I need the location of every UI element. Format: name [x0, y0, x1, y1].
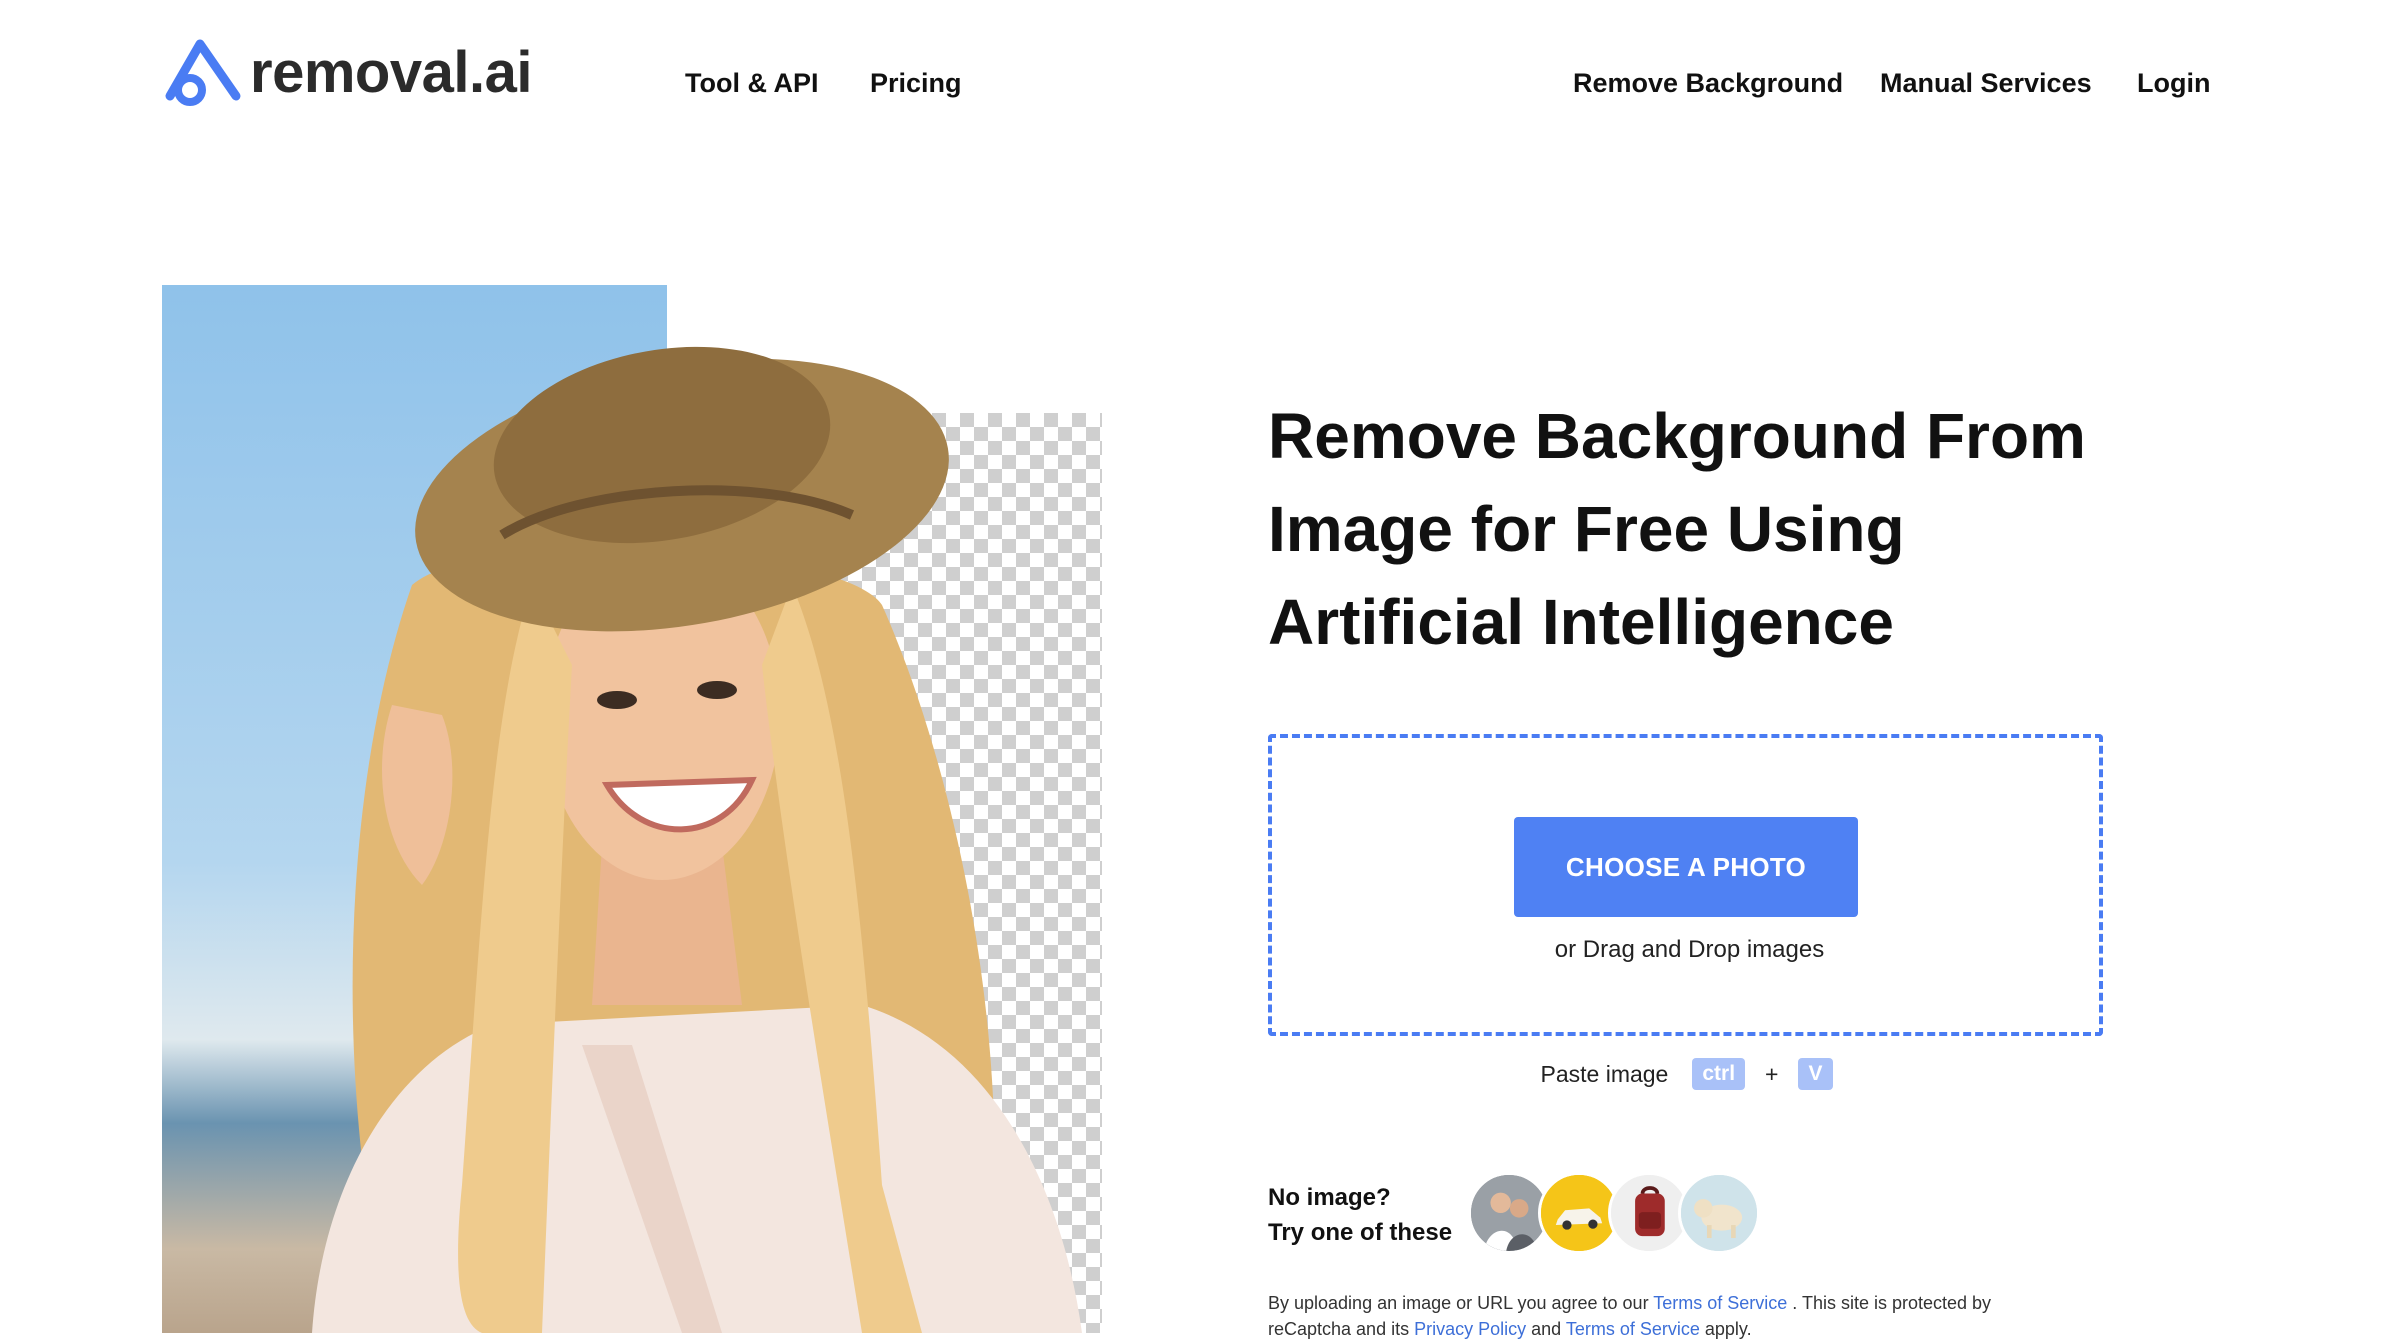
title-line-1: Remove Background From: [1268, 400, 2086, 472]
hero-image: [162, 285, 1102, 1333]
legal-text-4: apply.: [1699, 1319, 1752, 1339]
car-icon: [1541, 1175, 1617, 1251]
ctrl-key-badge: ctrl: [1692, 1058, 1746, 1090]
logo-text: removal.ai: [250, 39, 532, 105]
nav-pricing[interactable]: Pricing: [870, 68, 962, 99]
plus-sign: +: [1765, 1060, 1779, 1087]
recaptcha-terms-link[interactable]: Terms of Service: [1566, 1319, 1700, 1339]
v-key-badge: V: [1798, 1058, 1833, 1090]
drag-drop-hint: or Drag and Drop images: [1554, 936, 1825, 963]
sample-prompt: No image? Try one of these: [1268, 1180, 1452, 1250]
sample-prompt-line-1: No image?: [1268, 1184, 1391, 1211]
choose-photo-button[interactable]: CHOOSE A PHOTO: [1514, 817, 1858, 917]
woman-with-hat-illustration: [312, 346, 1082, 1333]
terms-of-service-link[interactable]: Terms of Service: [1653, 1293, 1787, 1313]
legal-text-1: By uploading an image or URL you agree t…: [1268, 1293, 1654, 1313]
sample-prompt-line-2: Try one of these: [1268, 1219, 1453, 1246]
title-line-2: Image for Free Using: [1268, 493, 1905, 565]
removal-logo-icon: [165, 39, 241, 106]
nav-login[interactable]: Login: [2137, 68, 2210, 99]
logo[interactable]: removal.ai: [162, 30, 532, 114]
nav-manual-services[interactable]: Manual Services: [1880, 68, 2092, 99]
legal-notice: By uploading an image or URL you agree t…: [1268, 1290, 2068, 1342]
backpack-icon: [1611, 1175, 1687, 1251]
paste-hint: Paste image ctrl + V: [1268, 1058, 2111, 1090]
site-header: removal.ai Tool & API Pricing Remove Bac…: [0, 0, 2385, 170]
sample-dog-thumbnail[interactable]: [1678, 1172, 1760, 1254]
paste-label: Paste image: [1540, 1060, 1669, 1087]
dog-icon: [1681, 1175, 1757, 1251]
nav-tool-api[interactable]: Tool & API: [685, 68, 818, 99]
nav-remove-background[interactable]: Remove Background: [1573, 68, 1843, 99]
privacy-policy-link[interactable]: Privacy Policy: [1414, 1319, 1526, 1339]
title-line-3: Artificial Intelligence: [1268, 586, 1894, 658]
sample-images: [1468, 1172, 1768, 1256]
people-icon: [1471, 1175, 1547, 1251]
legal-text-3: and: [1526, 1319, 1566, 1339]
page-title: Remove Background From Image for Free Us…: [1268, 390, 2168, 669]
